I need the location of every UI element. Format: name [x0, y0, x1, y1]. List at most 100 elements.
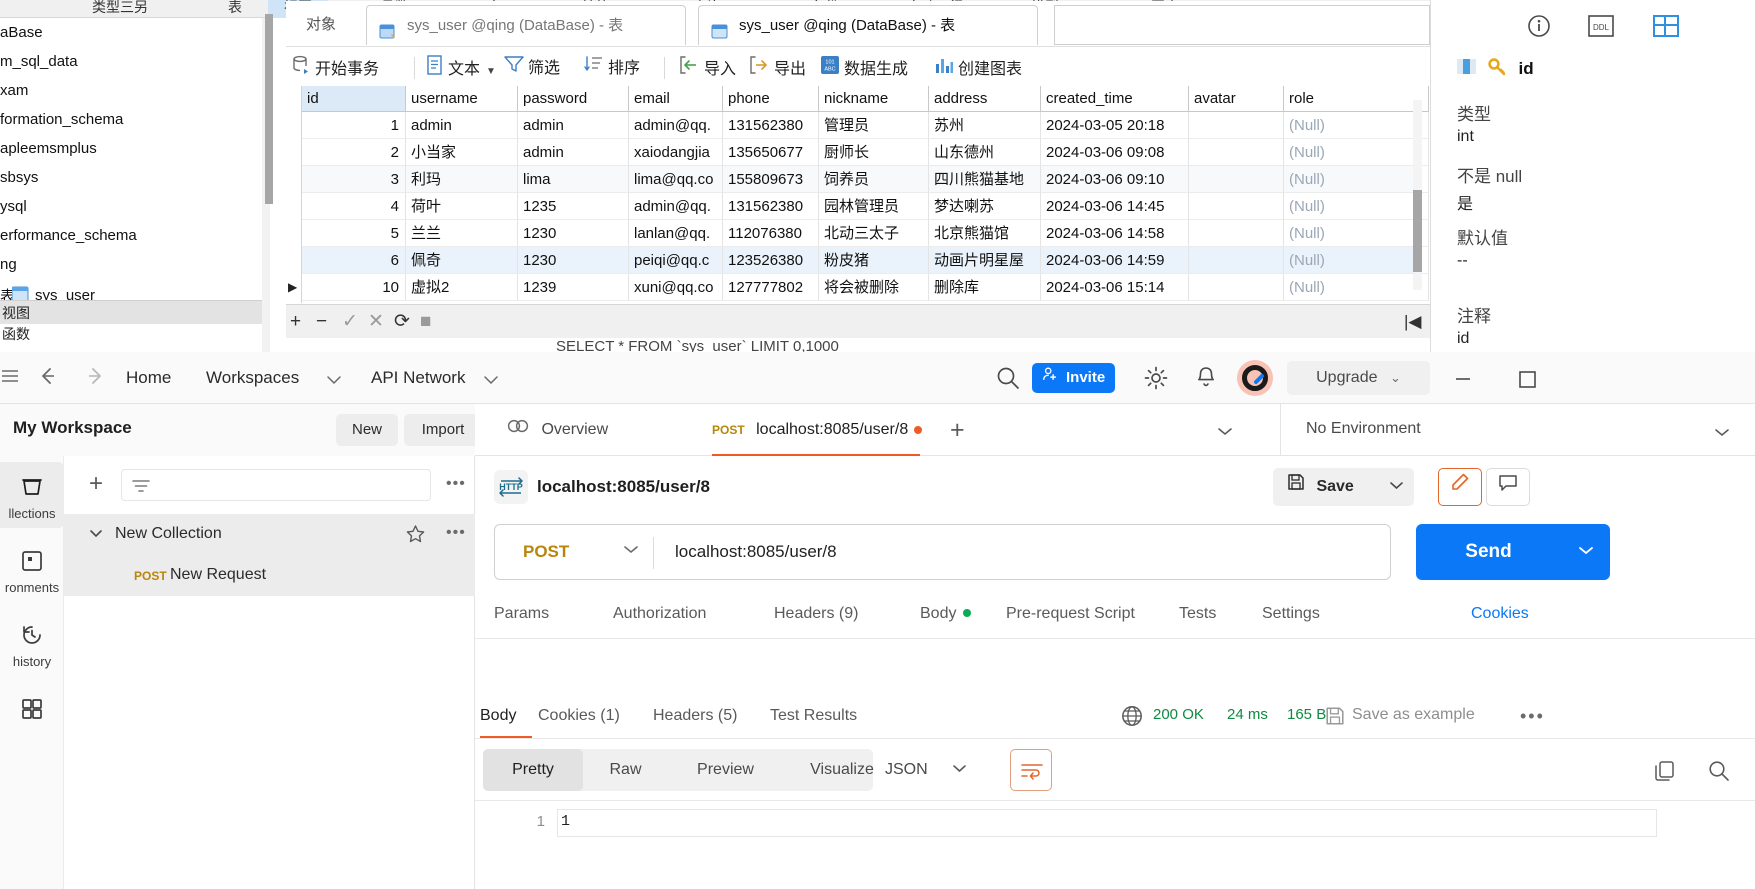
- forward-arrow-icon[interactable]: [82, 364, 110, 392]
- confirm-record-button[interactable]: ✓: [342, 311, 358, 333]
- tree-item-6[interactable]: ysql: [0, 198, 27, 215]
- grid-cell-id[interactable]: 2: [302, 139, 406, 166]
- send-button[interactable]: Send: [1416, 524, 1561, 580]
- cancel-record-button[interactable]: ✕: [368, 311, 384, 333]
- gear-icon[interactable]: [1143, 365, 1169, 395]
- response-tab-cookies-1[interactable]: Cookies (1): [538, 694, 620, 738]
- rail-item-apps[interactable]: [0, 684, 64, 750]
- rail-item-collections[interactable]: llections: [0, 462, 64, 528]
- grid-cell-id[interactable]: 1: [302, 112, 406, 139]
- navicat-menu-item-0[interactable]: 类型三另: [60, 0, 180, 18]
- grid-cell-username[interactable]: admin: [406, 112, 518, 139]
- grid-cell-nickname[interactable]: 粉皮猪: [819, 247, 929, 274]
- navicat-toolbar-chart-button[interactable]: 创建图表: [934, 55, 1022, 81]
- new-button[interactable]: New: [336, 414, 398, 446]
- url-input[interactable]: localhost:8085/user/8: [675, 542, 837, 562]
- grid-cell-address[interactable]: 北京熊猫馆: [929, 220, 1041, 247]
- grid-cell-username[interactable]: 荷叶: [406, 193, 518, 220]
- grid-cell-password[interactable]: 1235: [518, 193, 629, 220]
- first-page-icon[interactable]: |◀: [1404, 310, 1422, 334]
- request-tab-settings[interactable]: Settings: [1262, 594, 1320, 634]
- navicat-toolbar-text-button[interactable]: 文本 ▼: [426, 55, 496, 81]
- response-format-select[interactable]: JSON: [885, 749, 1000, 791]
- grid-icon[interactable]: [1653, 15, 1679, 42]
- grid-cell-phone[interactable]: 155809673: [723, 166, 819, 193]
- tab-overview[interactable]: Overview: [507, 404, 608, 456]
- tree-item-0[interactable]: aBase: [0, 24, 43, 41]
- grid-column-header-email[interactable]: email: [629, 86, 723, 112]
- grid-cell-id[interactable]: 3: [302, 166, 406, 193]
- grid-cell-email[interactable]: lima@qq.co: [629, 166, 723, 193]
- navicat-tab-0[interactable]: sys_user @qing (DataBase) - 表: [366, 5, 686, 45]
- grid-cell-address[interactable]: 山东德州: [929, 139, 1041, 166]
- navicat-toolbar-sort-button[interactable]: 排序: [584, 55, 640, 81]
- grid-cell-avatar[interactable]: [1189, 112, 1284, 139]
- delete-record-button[interactable]: −: [316, 311, 327, 333]
- grid-cell-role[interactable]: (Null): [1284, 274, 1429, 301]
- chevron-down-icon[interactable]: [327, 372, 341, 389]
- response-tab-test-results[interactable]: Test Results: [770, 694, 857, 738]
- grid-cell-created_time[interactable]: 2024-03-06 09:08: [1041, 139, 1189, 166]
- grid-cell-password[interactable]: 1230: [518, 220, 629, 247]
- url-input-group[interactable]: POST localhost:8085/user/8: [494, 524, 1391, 580]
- response-tab-headers-5[interactable]: Headers (5): [653, 694, 737, 738]
- back-arrow-icon[interactable]: [33, 364, 61, 392]
- collection-row[interactable]: New Collection •••: [64, 514, 475, 555]
- navicat-toolbar-import-button[interactable]: 导入: [678, 55, 736, 81]
- refresh-record-button[interactable]: ⟳: [394, 311, 410, 333]
- add-tab-button[interactable]: +: [950, 404, 965, 456]
- tree-item-function[interactable]: 函数: [0, 324, 262, 348]
- nav-workspaces[interactable]: Workspaces: [206, 364, 299, 392]
- grid-cell-password[interactable]: 1239: [518, 274, 629, 301]
- avatar[interactable]: [1237, 360, 1273, 400]
- tab-request-active[interactable]: POST localhost:8085/user/8: [712, 404, 923, 456]
- minimize-icon[interactable]: [1450, 366, 1476, 396]
- search-icon[interactable]: [995, 365, 1021, 395]
- grid-cell-created_time[interactable]: 2024-03-06 15:14: [1041, 274, 1189, 301]
- search-icon[interactable]: [1707, 759, 1731, 787]
- grid-cell-id[interactable]: 4: [302, 193, 406, 220]
- grid-cell-avatar[interactable]: [1189, 274, 1284, 301]
- grid-cell-nickname[interactable]: 园林管理员: [819, 193, 929, 220]
- grid-cell-username[interactable]: 兰兰: [406, 220, 518, 247]
- chevron-down-icon[interactable]: [89, 526, 103, 543]
- view-tab-visualize[interactable]: Visualize: [783, 749, 901, 791]
- grid-vertical-scrollbar-thumb[interactable]: [1413, 190, 1422, 272]
- tab-list-chevron-icon[interactable]: [1217, 424, 1233, 441]
- grid-cell-password[interactable]: lima: [518, 166, 629, 193]
- collection-more-icon[interactable]: •••: [446, 524, 466, 542]
- tree-item-3[interactable]: formation_schema: [0, 111, 123, 128]
- save-options-button[interactable]: [1378, 468, 1414, 506]
- grid-cell-username[interactable]: 佩奇: [406, 247, 518, 274]
- navicat-toolbar-data-gen-button[interactable]: 101 ABC 数据生成: [820, 55, 908, 81]
- tree-item-1[interactable]: m_sql_data: [0, 53, 78, 70]
- cookies-link[interactable]: Cookies: [1471, 594, 1529, 634]
- send-options-button[interactable]: [1561, 524, 1610, 580]
- grid-cell-address[interactable]: 动画片明星屋: [929, 247, 1041, 274]
- tree-item-4[interactable]: apleemsmplus: [0, 140, 97, 157]
- collections-more-icon[interactable]: •••: [446, 475, 466, 493]
- navicat-toolbar-export-button[interactable]: 导出: [748, 55, 806, 81]
- grid-cell-password[interactable]: 1230: [518, 247, 629, 274]
- grid-cell-phone[interactable]: 123526380: [723, 247, 819, 274]
- grid-cell-nickname[interactable]: 管理员: [819, 112, 929, 139]
- rail-item-history[interactable]: history: [0, 610, 64, 676]
- save-example-icon[interactable]: [1325, 706, 1345, 730]
- grid-cell-nickname[interactable]: 将会被删除: [819, 274, 929, 301]
- hamburger-icon[interactable]: [0, 366, 20, 390]
- response-tab-body[interactable]: Body: [480, 694, 516, 738]
- bell-icon[interactable]: [1194, 365, 1218, 395]
- tree-item-7[interactable]: erformance_schema: [0, 227, 137, 244]
- grid-cell-password[interactable]: admin: [518, 139, 629, 166]
- grid-cell-avatar[interactable]: [1189, 220, 1284, 247]
- request-tab-authorization[interactable]: Authorization: [613, 594, 706, 634]
- grid-cell-id[interactable]: 6: [302, 247, 406, 274]
- collections-filter-input[interactable]: [121, 469, 431, 501]
- info-icon[interactable]: [1527, 14, 1551, 43]
- grid-cell-nickname[interactable]: 厨师长: [819, 139, 929, 166]
- method-selector[interactable]: POST: [523, 542, 569, 562]
- grid-cell-phone[interactable]: 112076380: [723, 220, 819, 247]
- grid-cell-email[interactable]: peiqi@qq.c: [629, 247, 723, 274]
- request-list-item[interactable]: POST New Request: [64, 555, 475, 596]
- response-more-icon[interactable]: •••: [1520, 706, 1545, 727]
